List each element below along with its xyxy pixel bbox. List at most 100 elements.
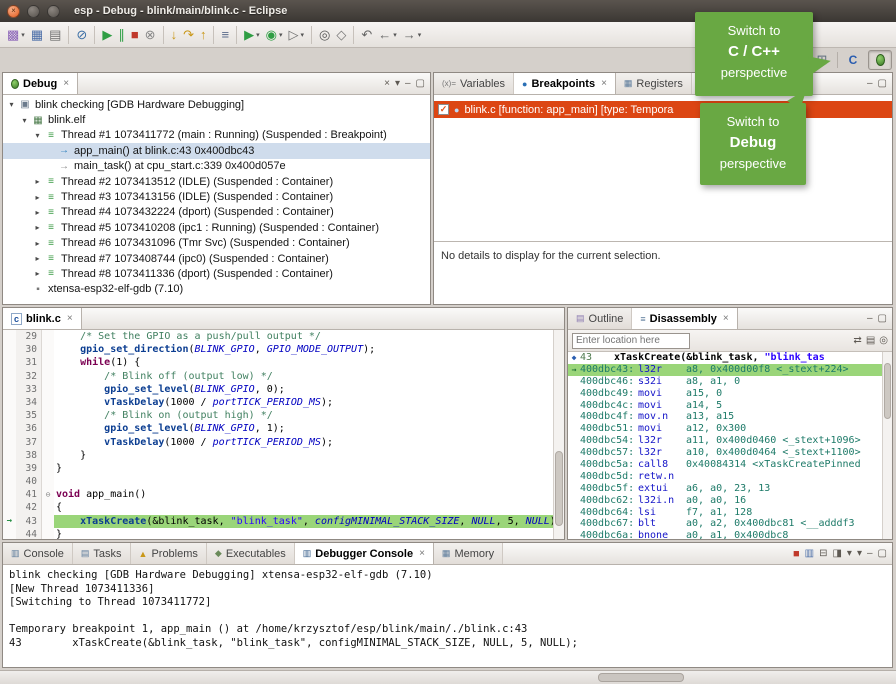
tree-expand-icon[interactable]: ▸ — [31, 269, 44, 278]
disassembly-row[interactable]: 400dbc5d:retw.n — [568, 471, 882, 483]
scrollbar-thumb[interactable] — [884, 363, 891, 419]
editor-line[interactable]: 39} — [3, 462, 553, 475]
debug-tree-row[interactable]: ▸≡Thread #6 1073431096 (Tmr Svc) (Suspen… — [3, 236, 430, 251]
tab-console[interactable]: ▥ Console — [3, 543, 73, 564]
tab-memory[interactable]: ▦ Memory — [434, 543, 503, 564]
disassembly-row[interactable]: 400dbc57:l32ra10, 0x400d0464 <_stext+110… — [568, 447, 882, 459]
close-tab-icon[interactable]: × — [723, 313, 729, 324]
tree-expand-icon[interactable]: ▸ — [31, 239, 44, 248]
debug-tree-row[interactable]: ▸≡Thread #7 1073408744 (ipc0) (Suspended… — [3, 251, 430, 266]
display-selected-console-icon[interactable]: ▥ — [805, 548, 814, 559]
show-source-icon[interactable]: ▤ — [866, 335, 875, 346]
editor-line[interactable]: 33 gpio_set_level(BLINK_GPIO, 0); — [3, 383, 553, 396]
disassembly-rows[interactable]: ◆43xTaskCreate(&blink_task, "blink_tas→4… — [568, 352, 882, 539]
close-tab-icon[interactable]: × — [63, 78, 69, 89]
close-tab-icon[interactable]: × — [419, 548, 425, 559]
pin-console-icon[interactable]: ◨ — [832, 548, 841, 559]
window-minimize-button[interactable] — [27, 5, 40, 18]
tree-expand-icon[interactable]: ▸ — [31, 223, 44, 232]
disassembly-vertical-scrollbar[interactable] — [882, 352, 892, 539]
scrollbar-thumb[interactable] — [555, 451, 563, 526]
toolbar-step-return-button[interactable]: ↑ — [197, 24, 210, 46]
editor-line[interactable]: 42{ — [3, 501, 553, 514]
tab-problems[interactable]: ▲ Problems — [131, 543, 207, 564]
breakpoint-item[interactable]: ✓ ● blink.c [function: app_main] [type: … — [434, 101, 892, 118]
debug-tree-row[interactable]: ▸≡Thread #5 1073410208 (ipc1 : Running) … — [3, 220, 430, 235]
editor-line[interactable]: 35 /* Blink on (output high) */ — [3, 409, 553, 422]
toolbar-debug-button[interactable]: ◉▾ — [263, 24, 286, 46]
toolbar-terminate-button[interactable]: ■ — [128, 24, 142, 46]
breakpoints-list[interactable]: ✓ ● blink.c [function: app_main] [type: … — [434, 95, 892, 241]
close-tab-icon[interactable]: × — [67, 313, 73, 324]
toolbar-disconnect-button[interactable]: ⊗ — [142, 24, 159, 46]
window-close-button[interactable]: × — [7, 5, 20, 18]
toolbar-resume-button[interactable]: ▶ — [99, 24, 115, 46]
tree-expand-icon[interactable]: ▸ — [31, 254, 44, 263]
tab-breakpoints[interactable]: ● Breakpoints × — [514, 73, 616, 94]
fold-collapse-icon[interactable]: ⊖ — [42, 488, 54, 501]
maximize-view-icon[interactable]: ▢ — [878, 548, 887, 559]
debug-tree-row[interactable]: ▸≡Thread #4 1073432224 (dport) (Suspende… — [3, 205, 430, 220]
toolbar-back-button[interactable]: ←▾ — [375, 24, 400, 46]
editor-line[interactable]: 31 while(1) { — [3, 356, 553, 369]
editor-vertical-scrollbar[interactable] — [553, 330, 564, 539]
debug-tree-row[interactable]: ▪xtensa-esp32-elf-gdb (7.10) — [3, 282, 430, 297]
editor-code-area[interactable]: 29 /* Set the GPIO as a push/pull output… — [3, 330, 553, 539]
disassembly-row[interactable]: 400dbc6a:bnonea0, a1, 0x400dbc8 — [568, 530, 882, 539]
tab-executables[interactable]: ◆ Executables — [207, 543, 295, 564]
remove-all-terminated-icon[interactable]: × — [384, 78, 390, 89]
tab-tasks[interactable]: ▤ Tasks — [73, 543, 131, 564]
disassembly-row[interactable]: →400dbc43:l32ra8, 0x400d00f8 <_stext+224… — [568, 364, 882, 376]
tab-debugger-console[interactable]: ▥ Debugger Console × — [295, 543, 434, 564]
console-output[interactable]: blink checking [GDB Hardware Debugging] … — [3, 565, 892, 667]
toolbar-skip-all-breakpoints-button[interactable]: ⊘ — [73, 24, 90, 46]
tab-debug[interactable]: Debug × — [3, 73, 78, 94]
tab-variables[interactable]: (x)= Variables — [434, 73, 514, 94]
minimize-view-icon[interactable]: – — [405, 78, 411, 89]
disassembly-row[interactable]: 400dbc4c:movia14, 5 — [568, 400, 882, 412]
editor-line[interactable]: 37 vTaskDelay(1000 / portTICK_PERIOD_MS)… — [3, 436, 553, 449]
toolbar-save-button[interactable]: ▦ — [28, 24, 46, 46]
editor-line[interactable]: →43 xTaskCreate(&blink_task, "blink_task… — [3, 515, 553, 528]
toolbar-new-wizard-button[interactable]: ▩▾ — [4, 24, 28, 46]
debug-tree-row[interactable]: ▾≡Thread #1 1073411772 (main : Running) … — [3, 128, 430, 143]
disassembly-row[interactable]: 400dbc51:movia12, 0x300 — [568, 423, 882, 435]
sync-selection-icon[interactable]: ◎ — [879, 335, 888, 346]
toolbar-step-into-button[interactable]: ↓ — [168, 24, 181, 46]
console-history-dropdown-icon[interactable]: ▾ — [847, 548, 852, 559]
editor-line[interactable]: 29 /* Set the GPIO as a push/pull output… — [3, 330, 553, 343]
minimize-view-icon[interactable]: – — [867, 548, 873, 559]
maximize-view-icon[interactable]: ▢ — [416, 78, 425, 89]
tab-blink-c[interactable]: c blink.c × — [3, 308, 82, 329]
toolbar-run-button[interactable]: ▶▾ — [241, 24, 263, 46]
disassembly-row[interactable]: 400dbc49:movia15, 0 — [568, 388, 882, 400]
disassembly-row[interactable]: 400dbc46:s32ia8, a1, 0 — [568, 376, 882, 388]
disassembly-row[interactable]: 400dbc4f:mov.na13, a15 — [568, 411, 882, 423]
maximize-view-icon[interactable]: ▢ — [878, 78, 887, 89]
disassembly-row[interactable]: 400dbc64:lsif7, a1, 128 — [568, 507, 882, 519]
debug-tree[interactable]: ▾▣blink checking [GDB Hardware Debugging… — [3, 95, 430, 305]
debug-tree-row[interactable]: ▸≡Thread #8 1073411336 (dport) (Suspende… — [3, 266, 430, 281]
editor-line[interactable]: 36 gpio_set_level(BLINK_GPIO, 1); — [3, 422, 553, 435]
tree-expand-icon[interactable]: ▸ — [31, 177, 44, 186]
tree-collapse-icon[interactable]: ▾ — [18, 116, 31, 125]
editor-line[interactable]: 38 } — [3, 449, 553, 462]
maximize-view-icon[interactable]: ▢ — [878, 313, 887, 324]
toolbar-last-edit-location-button[interactable]: ↶ — [358, 24, 375, 46]
disassembly-row[interactable]: 400dbc5a:call80x40084314 <xTaskCreatePin… — [568, 459, 882, 471]
open-console-dropdown-icon[interactable]: ▾ — [857, 548, 862, 559]
disassembly-row[interactable]: 400dbc62:l32i.na0, a0, 16 — [568, 495, 882, 507]
minimize-view-icon[interactable]: – — [867, 78, 873, 89]
toolbar-print-button[interactable]: ▤ — [46, 24, 64, 46]
toolbar-forward-button[interactable]: →▾ — [400, 24, 425, 46]
tree-collapse-icon[interactable]: ▾ — [5, 100, 18, 109]
view-menu-icon[interactable]: ▾ — [395, 78, 400, 89]
tab-outline[interactable]: ▤ Outline — [568, 308, 632, 329]
tree-expand-icon[interactable]: ▸ — [31, 193, 44, 202]
toolbar-external-tools-button[interactable]: ▷▾ — [285, 24, 307, 46]
horizontal-scrollbar-thumb[interactable] — [598, 673, 684, 682]
minimize-view-icon[interactable]: – — [867, 313, 873, 324]
disassembly-row[interactable]: 400dbc67:blta0, a2, 0x400dbc81 <__adddf3 — [568, 518, 882, 530]
debug-tree-row[interactable]: ▸≡Thread #2 1073413512 (IDLE) (Suspended… — [3, 174, 430, 189]
close-tab-icon[interactable]: × — [601, 78, 607, 89]
